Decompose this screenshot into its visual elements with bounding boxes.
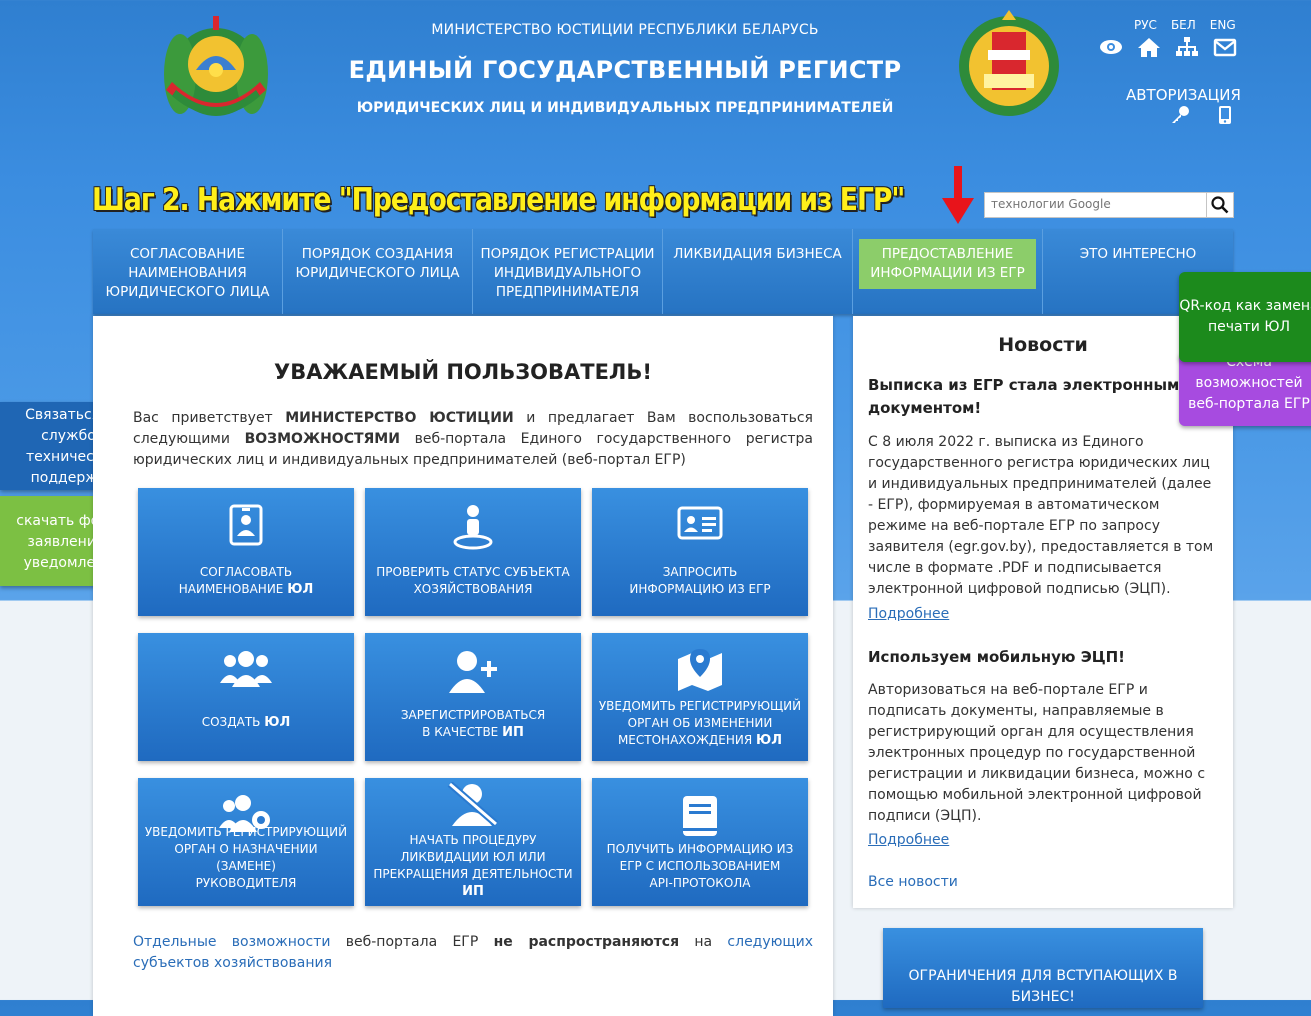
intro-text: Вас приветствует МИНИСТЕРСТВО ЮСТИЦИИ и … [133,410,814,468]
auth-label[interactable]: АВТОРИЗАЦИЯ [1126,86,1241,104]
all-news-link[interactable]: Все новости [868,874,958,890]
red-arrow-icon [942,166,974,224]
news-heading: Новости [998,334,1088,356]
tile-register-entrepreneur[interactable]: ЗАРЕГИСТРИРОВАТЬСЯ В КАЧЕСТВЕ ИП [365,633,581,761]
auth-icons [1170,106,1232,128]
news-text: С 8 июля 2022 г. выписка из Единого госу… [868,434,1214,597]
user-plus-icon [449,651,497,693]
business-restrictions-button[interactable]: ОГРАНИЧЕНИЯ ДЛЯ ВСТУПАЮЩИХ В БИЗНЕС! [883,928,1203,1008]
id-card-icon [677,506,723,540]
map-pin-icon [678,649,722,691]
search-box [984,192,1234,218]
nav-business-liquidation[interactable]: ЛИКВИДАЦИЯ БИЗНЕСА [663,229,853,314]
tile-start-liquidation[interactable]: НАЧАТЬ ПРОЦЕДУРУ ЛИКВИДАЦИИ ЮЛ ИЛИ ПРЕКР… [365,778,581,906]
mail-icon[interactable] [1212,36,1238,58]
greeting-heading: УВАЖАЕМЫЙ ПОЛЬЗОВАТЕЛЬ! [274,360,652,384]
book-icon [683,796,717,836]
header-icons [1098,36,1238,58]
lang-be[interactable]: БЕЛ [1171,18,1196,32]
site-title: ЕДИНЫЙ ГОСУДАРСТВЕННЫЙ РЕГИСТР [348,56,902,84]
nav-egr-information[interactable]: ПРЕДОСТАВЛЕНИЕ ИНФОРМАЦИИ ИЗ ЕГР [853,229,1043,314]
qr-code-button[interactable]: QR-код как замена печати ЮЛ [1179,272,1311,362]
tile-approve-name[interactable]: СОГЛАСОВАТЬ НАИМЕНОВАНИЕ ЮЛ [138,488,354,616]
person-pin-icon [453,505,493,550]
tile-check-status[interactable]: ПРОВЕРИТЬ СТАТУС СУБЪЕКТА ХОЗЯЙСТВОВАНИЯ [365,488,581,616]
eye-icon[interactable] [1098,36,1124,58]
site-subtitle: ЮРИДИЧЕСКИХ ЛИЦ И ИНДИВИДУАЛЬНЫХ ПРЕДПРИ… [356,100,894,116]
belarus-emblem[interactable] [156,12,276,132]
nav-register-entrepreneur[interactable]: ПОРЯДОК РЕГИСТРАЦИИ ИНДИВИДУАЛЬНОГО ПРЕД… [473,229,663,314]
lang-en[interactable]: ENG [1210,18,1236,32]
id-badge-icon [229,504,263,546]
lang-ru[interactable]: РУС [1134,18,1157,32]
nav-create-legal-entity[interactable]: ПОРЯДОК СОЗДАНИЯ ЮРИДИЧЕСКОГО ЛИЦА [283,229,473,314]
search-input[interactable] [985,193,1201,215]
restrictions-note: Отдельные возможности веб-портала ЕГР не… [133,934,814,971]
news-panel: Новости Выписка из ЕГР стала электронным… [853,316,1233,908]
search-button[interactable] [1206,193,1233,217]
news-title: Используем мобильную ЭЦП! [868,648,1126,666]
news-title: Выписка из ЕГР стала электронным докумен… [868,376,1180,417]
ministry-seal [954,6,1064,124]
news-text: Авторизоваться на веб-портале ЕГР и подп… [868,682,1206,824]
key-icon[interactable] [1170,106,1190,128]
tile-notify-manager-change[interactable]: УВЕДОМИТЬ РЕГИСТРИРУЮЩИЙ ОРГАН О НАЗНАЧЕ… [138,778,354,906]
mobile-icon[interactable] [1218,106,1232,128]
tile-api-info[interactable]: ПОЛУЧИТЬ ИНФОРМАЦИЮ ИЗ ЕГР С ИСПОЛЬЗОВАН… [592,778,808,906]
step-instruction: Шаг 2. Нажмите "Предоставление информаци… [92,182,905,218]
tile-request-info[interactable]: ЗАПРОСИТЬ ИНФОРМАЦИЮ ИЗ ЕГР [592,488,808,616]
main-nav: СОГЛАСОВАНИЕ НАИМЕНОВАНИЯ ЮРИДИЧЕСКОГО Л… [93,229,1233,314]
user-slash-icon [447,782,499,826]
tile-notify-location-change[interactable]: УВЕДОМИТЬ РЕГИСТРИРУЮЩИЙ ОРГАН ОБ ИЗМЕНЕ… [592,633,808,761]
language-switcher: РУС БЕЛ ENG [1134,18,1236,32]
nav-name-approval[interactable]: СОГЛАСОВАНИЕ НАИМЕНОВАНИЯ ЮРИДИЧЕСКОГО Л… [93,229,283,314]
users-icon [220,651,272,687]
main-panel: УВАЖАЕМЫЙ ПОЛЬЗОВАТЕЛЬ! Вас приветствует… [93,316,833,1016]
service-tiles: СОГЛАСОВАТЬ НАИМЕНОВАНИЕ ЮЛ ПРОВЕРИТЬ СТА… [138,488,808,906]
news-more-link[interactable]: Подробнее [868,832,949,848]
ministry-name: МИНИСТЕРСТВО ЮСТИЦИИ РЕСПУБЛИКИ БЕЛАРУСЬ [431,22,819,38]
home-icon[interactable] [1136,36,1162,58]
search-icon [1211,196,1229,214]
portal-scheme-button[interactable]: Схема возможностей веб-портала ЕГР [1179,352,1311,426]
sitemap-icon[interactable] [1174,36,1200,58]
tile-create-legal-entity[interactable]: СОЗДАТЬ ЮЛ [138,633,354,761]
link-separate-features[interactable]: Отдельные возможности [133,934,330,950]
news-more-link[interactable]: Подробнее [868,606,949,622]
